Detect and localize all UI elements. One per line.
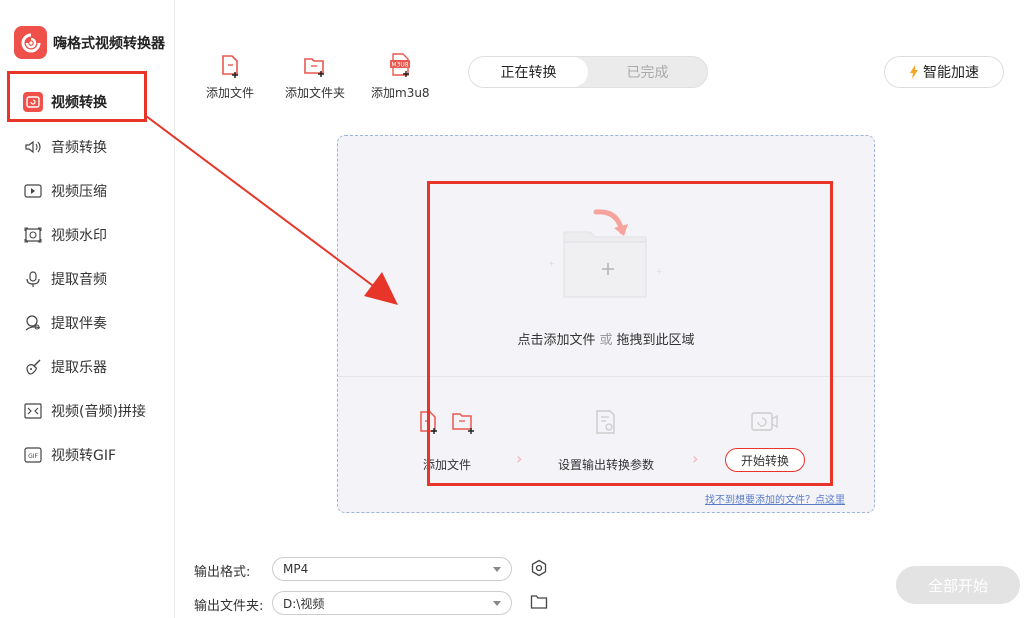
sidebar-item-extract-accompaniment[interactable]: 提取伴奏 <box>10 303 160 343</box>
output-format-value: MP4 <box>283 562 309 576</box>
accompaniment-icon <box>23 313 43 333</box>
annotation-highlight-dropzone <box>427 181 833 486</box>
lightning-icon <box>910 65 918 79</box>
merge-icon <box>23 401 43 421</box>
sidebar-item-label: 视频水印 <box>51 228 107 244</box>
extract-audio-icon <box>23 269 43 289</box>
help-link[interactable]: 找不到想要添加的文件？点这里 <box>705 491 845 506</box>
output-format-label: 输出格式: <box>194 565 251 580</box>
gif-icon: GIF <box>23 445 43 465</box>
m3u8-badge-text: M3U8 <box>392 62 409 69</box>
chevron-down-icon <box>493 566 501 572</box>
sidebar-item-label: 视频转GIF <box>51 448 117 464</box>
sidebar-item-audio-convert[interactable]: 音频转换 <box>10 127 160 167</box>
guitar-icon <box>23 357 43 377</box>
output-folder-value: D:\视频 <box>283 596 325 611</box>
add-m3u8-label: 添加m3u8 <box>371 86 430 100</box>
sidebar-item-label: 提取音频 <box>51 272 107 288</box>
sidebar-item-label: 提取乐器 <box>51 360 107 376</box>
logo-icon <box>21 33 40 52</box>
video-compress-icon <box>23 181 43 201</box>
sidebar-item-merge[interactable]: 视频(音频)拼接 <box>10 391 160 431</box>
sidebar-item-extract-audio[interactable]: 提取音频 <box>10 259 160 299</box>
output-folder-select[interactable]: D:\视频 <box>272 591 512 615</box>
tab-done[interactable]: 已完成 <box>588 57 707 87</box>
add-m3u8-button[interactable]: M3U8 添加m3u8 <box>371 50 430 101</box>
add-file-button[interactable]: 添加文件 <box>206 50 254 101</box>
tab-converting[interactable]: 正在转换 <box>469 57 588 87</box>
app-logo <box>14 26 47 59</box>
annotation-arrow-icon <box>145 115 398 305</box>
sidebar-item-label: 提取伴奏 <box>51 316 107 332</box>
output-format-select[interactable]: MP4 <box>272 557 512 581</box>
annotation-highlight-sidebar <box>7 71 147 122</box>
folder-icon <box>530 595 548 609</box>
hexagon-settings-icon <box>531 559 547 577</box>
add-folder-icon <box>303 50 327 78</box>
watermark-icon <box>23 225 43 245</box>
chevron-down-icon <box>493 600 501 606</box>
sidebar-item-video-compress[interactable]: 视频压缩 <box>10 171 160 211</box>
m3u8-icon: M3U8 <box>387 50 413 78</box>
sidebar-item-label: 视频压缩 <box>51 184 107 200</box>
smart-accel-label: 智能加速 <box>923 65 979 81</box>
svg-text:GIF: GIF <box>28 453 38 460</box>
sidebar-item-extract-instrument[interactable]: 提取乐器 <box>10 347 160 387</box>
app-title: 嗨格式视频转换器 <box>53 36 165 52</box>
output-folder-label: 输出文件夹: <box>194 599 264 614</box>
add-folder-label: 添加文件夹 <box>285 86 346 100</box>
add-file-label: 添加文件 <box>206 86 255 100</box>
status-tabs: 正在转换 已完成 <box>468 56 708 88</box>
sidebar-item-watermark[interactable]: 视频水印 <box>10 215 160 255</box>
start-all-button[interactable]: 全部开始 <box>896 566 1020 604</box>
sidebar-item-video-to-gif[interactable]: GIF 视频转GIF <box>10 435 160 475</box>
sidebar-item-label: 音频转换 <box>51 140 107 156</box>
smart-accel-button[interactable]: 智能加速 <box>884 56 1004 88</box>
sidebar-item-label: 视频(音频)拼接 <box>51 404 146 420</box>
add-file-icon <box>219 50 241 78</box>
open-folder-button[interactable] <box>530 594 548 614</box>
add-folder-button[interactable]: 添加文件夹 <box>285 50 345 101</box>
speaker-icon <box>23 137 43 157</box>
format-settings-button[interactable] <box>530 559 548 581</box>
